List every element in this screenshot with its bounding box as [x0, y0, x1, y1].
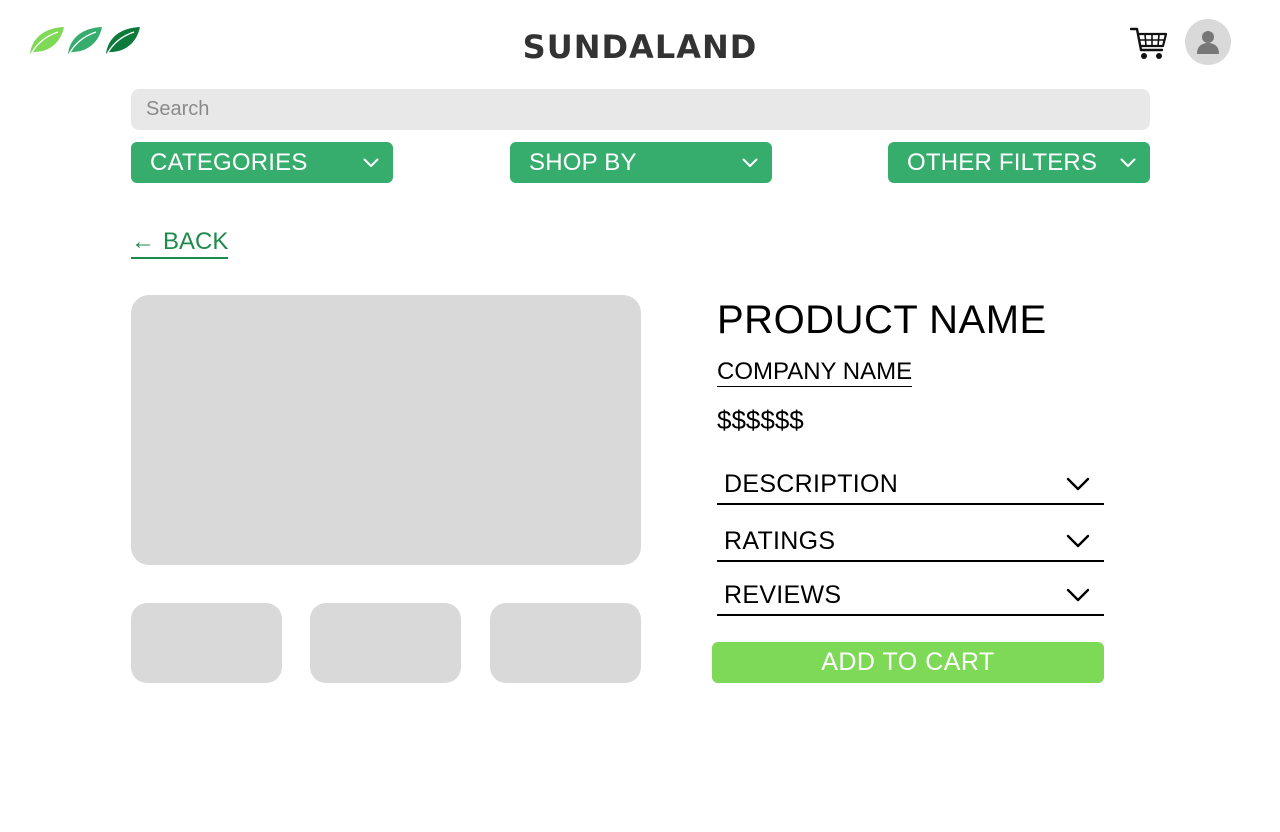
product-main-image — [131, 295, 641, 565]
shopping-cart-icon[interactable] — [1130, 26, 1168, 62]
back-link[interactable]: ← BACK — [131, 228, 229, 259]
add-to-cart-button[interactable]: ADD TO CART — [712, 642, 1104, 683]
description-accordion-label: DESCRIPTION — [724, 469, 899, 498]
other-filters-dropdown-label: OTHER FILTERS — [907, 148, 1098, 176]
ratings-accordion[interactable]: RATINGS — [717, 522, 1104, 562]
arrow-left-icon: ← — [131, 228, 155, 255]
chevron-down-icon — [1120, 158, 1136, 167]
reviews-accordion-label: REVIEWS — [724, 580, 842, 609]
company-name-link[interactable]: COMPANY NAME — [717, 358, 913, 387]
chevron-down-icon — [1066, 534, 1090, 548]
chevron-down-icon — [363, 158, 379, 167]
description-accordion[interactable]: DESCRIPTION — [717, 465, 1104, 505]
chevron-down-icon — [742, 158, 758, 167]
shop-by-dropdown-label: SHOP BY — [529, 148, 637, 176]
shop-by-dropdown[interactable]: SHOP BY — [510, 142, 772, 183]
user-avatar-icon — [1197, 31, 1219, 54]
product-name: PRODUCT NAME — [717, 298, 1047, 342]
product-thumbnail-3[interactable] — [490, 603, 641, 683]
categories-dropdown-label: CATEGORIES — [150, 148, 308, 176]
other-filters-dropdown[interactable]: OTHER FILTERS — [888, 142, 1150, 183]
product-thumbnail-2[interactable] — [310, 603, 461, 683]
reviews-accordion[interactable]: REVIEWS — [717, 576, 1104, 616]
back-link-label: BACK — [163, 228, 229, 255]
chevron-down-icon — [1066, 588, 1090, 602]
brand-title: SUNDALAND — [522, 28, 758, 66]
ratings-accordion-label: RATINGS — [724, 526, 836, 555]
product-price: $$$$$$ — [717, 405, 804, 435]
search-input[interactable] — [131, 89, 1150, 130]
product-thumbnail-1[interactable] — [131, 603, 282, 683]
product-page: SUNDALAND CATEGORIES SHOP BY OTHER FILTE… — [0, 0, 1280, 832]
chevron-down-icon — [1066, 477, 1090, 491]
categories-dropdown[interactable]: CATEGORIES — [131, 142, 393, 183]
user-avatar-button[interactable] — [1185, 19, 1231, 65]
